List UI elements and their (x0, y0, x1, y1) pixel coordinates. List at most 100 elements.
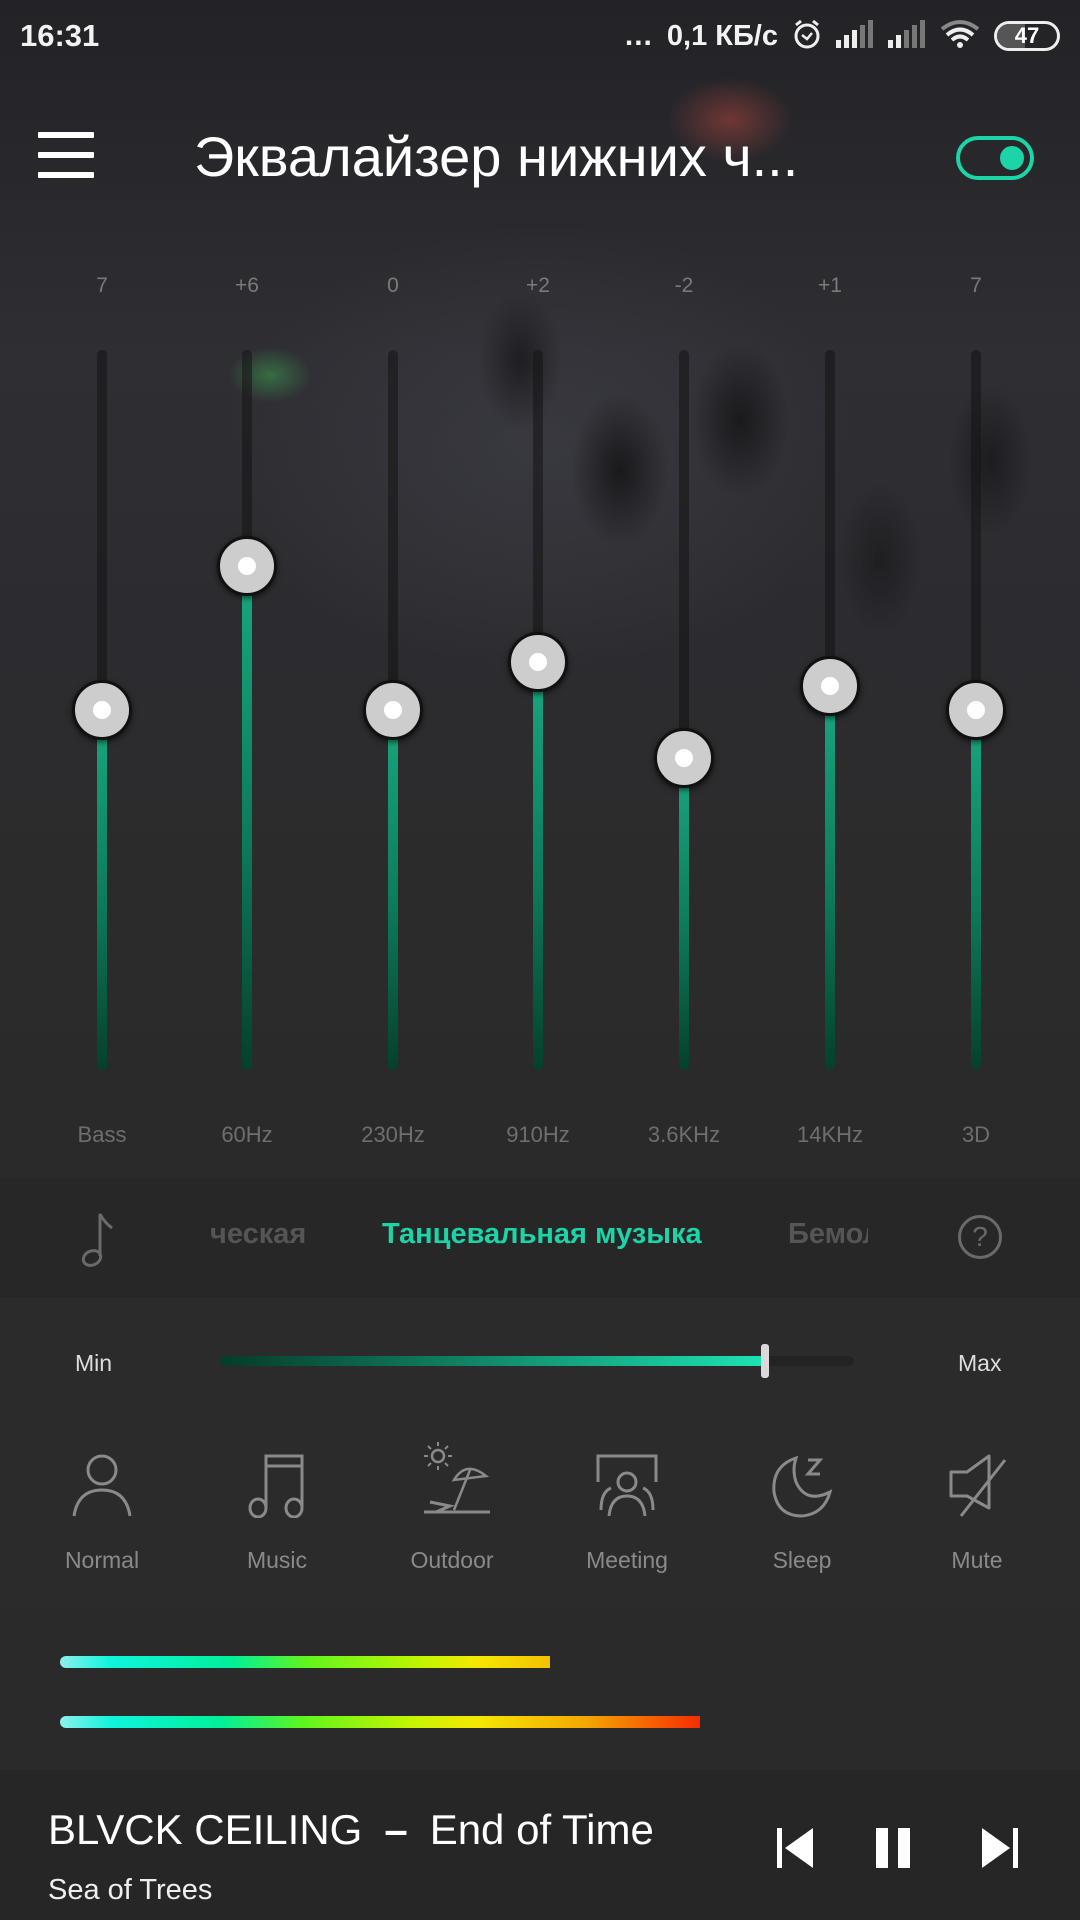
band-label: 60Hz (221, 1122, 273, 1147)
band-thumb[interactable] (946, 680, 1006, 740)
band-fill (971, 710, 981, 1070)
eq-band: 0 230Hz (333, 260, 453, 1150)
eq-band: +1 14KHz (770, 260, 890, 1150)
band-thumb[interactable] (508, 631, 568, 692)
music-icon (248, 1454, 304, 1518)
intensity-slider[interactable] (220, 1344, 854, 1378)
battery-icon: 47 (994, 21, 1060, 51)
band-thumb[interactable] (654, 728, 714, 789)
track-artist: BLVCK CEILING (48, 1806, 363, 1853)
band-slider[interactable] (946, 350, 1006, 1070)
page-title: Эквалайзер нижних ч... (194, 125, 799, 188)
preset-tab-next[interactable]: Бемоль (788, 1218, 868, 1251)
band-label: Bass (77, 1122, 127, 1147)
network-speed: 0,1 КБ/с (666, 19, 778, 52)
band-label: 3.6KHz (647, 1122, 721, 1147)
mode-sleep[interactable]: Sleep (732, 1452, 872, 1602)
preset-tab-previous[interactable]: ческая (210, 1218, 306, 1251)
band-fill (533, 661, 543, 1070)
sound-modes: Normal Music Outdoor Meeting Sleep Mute (0, 1422, 1080, 1610)
eq-band: +6 60Hz (187, 260, 307, 1150)
min-label: Min (75, 1350, 113, 1376)
mode-label: Outdoor (410, 1547, 494, 1573)
mode-label: Mute (951, 1547, 1003, 1573)
eq-band: -2 3.6KHz (624, 260, 744, 1150)
pause-icon (876, 1828, 910, 1868)
band-slider[interactable] (72, 350, 132, 1070)
track-separator: – (384, 1806, 408, 1853)
meeting-icon (596, 1454, 658, 1517)
battery-level: 47 (1014, 23, 1040, 48)
signal-icon (888, 19, 926, 53)
band-slider[interactable] (654, 350, 714, 1070)
help-icon[interactable]: ? (958, 1215, 1002, 1259)
mode-mute[interactable]: Mute (907, 1452, 1047, 1602)
mode-meeting[interactable]: Meeting (557, 1452, 697, 1602)
hamburger-menu-icon[interactable] (38, 132, 94, 178)
band-value: 0 (387, 274, 399, 297)
band-value: 7 (970, 274, 982, 297)
toggle-knob (1000, 146, 1024, 170)
level-meters (0, 1610, 1080, 1770)
band-label: 14KHz (796, 1122, 864, 1147)
band-label: 910Hz (506, 1122, 570, 1147)
previous-button[interactable] (775, 1826, 835, 1878)
previous-icon (777, 1828, 813, 1868)
level-meter-right (60, 1716, 700, 1728)
mode-normal[interactable]: Normal (32, 1452, 172, 1602)
band-value: 7 (96, 274, 108, 297)
wifi-icon (940, 19, 980, 54)
band-value: +1 (818, 274, 842, 297)
signal-icon (836, 19, 874, 53)
max-label: Max (958, 1350, 1002, 1376)
track-album: Sea of Trees (48, 1874, 213, 1906)
music-note-icon[interactable] (80, 1208, 120, 1268)
band-thumb[interactable] (363, 680, 423, 740)
eq-band: 7 3D (916, 260, 1036, 1150)
mode-label: Meeting (586, 1547, 668, 1573)
status-bar: 16:31 ... 0,1 КБ/с 47 (0, 0, 1080, 72)
mode-label: Music (246, 1547, 308, 1573)
eq-band: 7 Bass (42, 260, 162, 1150)
band-label: 3D (961, 1122, 991, 1147)
intensity-fill (220, 1356, 766, 1366)
eq-band: +2 910Hz (478, 260, 598, 1150)
equalizer-toggle[interactable] (956, 136, 1034, 180)
band-slider[interactable] (508, 350, 568, 1070)
band-fill (388, 710, 398, 1070)
band-fill (242, 566, 252, 1070)
preset-tab-active[interactable]: Танцевальная музыка (382, 1218, 702, 1251)
next-button[interactable] (978, 1826, 1038, 1878)
intensity-control: Min Max (0, 1298, 1080, 1422)
band-thumb[interactable] (800, 656, 860, 717)
intensity-thumb[interactable] (761, 1344, 770, 1378)
band-slider[interactable] (800, 350, 860, 1070)
notification-dots: ... (624, 19, 653, 52)
next-icon (982, 1828, 1018, 1868)
band-slider[interactable] (363, 350, 423, 1070)
band-value: +2 (526, 274, 550, 297)
preset-selector: ческая Танцевальная музыка Бемоль ? (0, 1178, 1080, 1298)
band-fill (97, 710, 107, 1070)
equalizer: 7 Bass +6 60Hz 0 230Hz +2 910Hz -2 3.6KH… (0, 260, 1080, 1150)
pause-button[interactable] (872, 1826, 932, 1878)
status-icons: ... 0,1 КБ/с 47 (625, 18, 1060, 55)
person-icon (72, 1454, 132, 1517)
band-label: 230Hz (361, 1122, 425, 1147)
alarm-icon (792, 18, 822, 55)
level-meter-left (60, 1656, 550, 1668)
band-thumb[interactable] (217, 536, 277, 596)
app-header: Эквалайзер нижних ч... (0, 110, 1080, 202)
moon-sleep-icon (772, 1455, 833, 1518)
band-slider[interactable] (217, 350, 277, 1070)
mode-music[interactable]: Music (207, 1452, 347, 1602)
mode-label: Sleep (772, 1547, 832, 1573)
beach-umbrella-icon (424, 1442, 490, 1514)
band-value: -2 (674, 274, 694, 297)
mode-outdoor[interactable]: Outdoor (382, 1442, 522, 1602)
band-fill (679, 758, 689, 1070)
now-playing-bar[interactable]: BLVCK CEILING – End of Time Sea of Trees (0, 1770, 1080, 1920)
band-thumb[interactable] (72, 680, 132, 740)
band-value: +6 (235, 274, 259, 297)
status-time: 16:31 (20, 18, 100, 53)
